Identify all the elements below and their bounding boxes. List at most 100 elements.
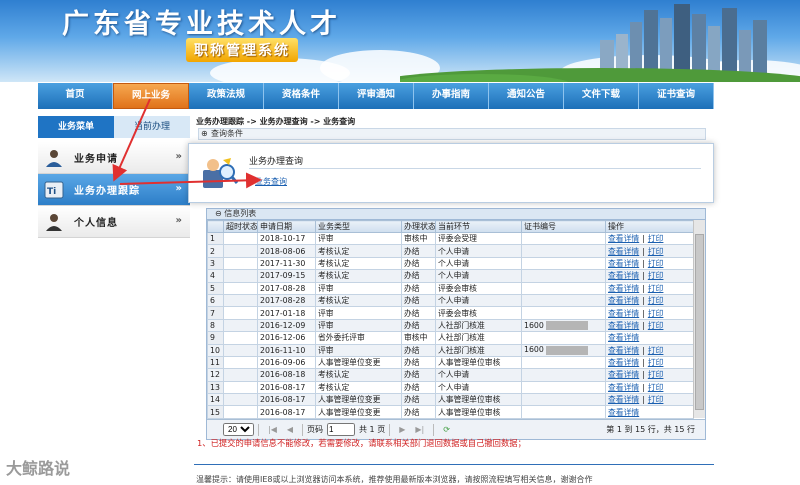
col-header-step[interactable]: 当前环节	[435, 220, 522, 233]
refresh-icon[interactable]: ⟳	[443, 425, 450, 434]
view-details-link[interactable]: 查看详情	[608, 383, 639, 392]
view-details-link[interactable]: 查看详情	[608, 358, 639, 367]
scrollbar-thumb[interactable]	[695, 234, 704, 410]
row-index: 4	[207, 269, 224, 283]
view-details-link[interactable]: 查看详情	[608, 259, 639, 268]
nav-item-policies[interactable]: 政策法规	[189, 83, 264, 109]
nav-item-online-business[interactable]: 网上业务	[113, 83, 189, 109]
table-row[interactable]: 2 2018-08-06 考核认定 办结 个人申请 查看详情 | 打印	[207, 244, 694, 258]
divider	[194, 464, 714, 465]
nav-item-qualifications[interactable]: 资格条件	[264, 83, 339, 109]
table-row[interactable]: 4 2017-09-15 考核认定 办结 个人申请 查看详情 | 打印	[207, 269, 694, 283]
nav-item-review-notices[interactable]: 评审通知	[339, 83, 414, 109]
view-details-link[interactable]: 查看详情	[608, 309, 639, 318]
last-page-icon[interactable]: ▶|	[415, 425, 424, 434]
view-details-link[interactable]: 查看详情	[608, 271, 639, 280]
divider	[433, 423, 435, 436]
cert-cell	[521, 244, 606, 258]
footer-tip: 温馨提示：请使用IE8或以上浏览器访问本系统，推荐使用最新版本浏览器，请按照流程…	[196, 475, 593, 484]
print-link[interactable]: 打印	[648, 321, 664, 330]
tab-current-handling[interactable]: 当前办理	[114, 116, 190, 138]
business-query-link[interactable]: 业务查询	[255, 176, 287, 187]
view-details-link[interactable]: 查看详情	[608, 408, 639, 417]
table-row[interactable]: 14 2016-08-17 人事管理单位变更 办结 人事管理单位审核 查看详情 | 打印	[207, 393, 694, 407]
type-cell: 考核认定	[315, 380, 402, 395]
table-row[interactable]: 13 2016-08-17 考核认定 办结 个人申请 查看详情 | 打印	[207, 380, 694, 395]
pagination-bar: 20 |◀ ◀ 页码 共 1 页 ▶ ▶| ⟳ 第 1 到 15 行，共 15 …	[207, 419, 705, 439]
divider	[249, 168, 701, 169]
print-link[interactable]: 打印	[648, 247, 664, 256]
step-cell: 个人申请	[435, 256, 522, 271]
print-link[interactable]: 打印	[648, 395, 664, 404]
actions-cell: 查看详情 | 打印	[605, 256, 694, 271]
print-link[interactable]: 打印	[648, 234, 664, 243]
print-link[interactable]: 打印	[648, 370, 664, 379]
prev-page-icon[interactable]: ◀	[287, 425, 293, 434]
table-row[interactable]: 11 2016-09-06 人事管理单位变更 办结 人事管理单位审核 查看详情 | 打印	[207, 355, 694, 370]
view-details-link[interactable]: 查看详情	[608, 333, 639, 342]
col-header-cert[interactable]: 证书编号	[521, 220, 606, 233]
row-index: 11	[207, 355, 224, 370]
actions-cell: 查看详情 | 打印	[605, 355, 694, 370]
next-page-icon[interactable]: ▶	[399, 425, 405, 434]
total-pages-label: 共 1 页	[359, 425, 386, 434]
vertical-scrollbar[interactable]	[693, 220, 705, 418]
type-cell: 人事管理单位变更	[315, 393, 402, 407]
table-row[interactable]: 6 2017-08-28 考核认定 办结 个人申请 查看详情 | 打印	[207, 293, 694, 308]
nav-item-announcements[interactable]: 通知公告	[489, 83, 564, 109]
col-header-overtime[interactable]: 超时状态	[223, 220, 258, 233]
table-row[interactable]: 10 2016-11-10 评审 办结 人社部门核准 1600 查看详情 | 打印	[207, 343, 694, 357]
print-link[interactable]: 打印	[648, 271, 664, 280]
chevron-right-icon: »	[175, 215, 182, 226]
col-header-date[interactable]: 申请日期	[257, 220, 316, 233]
print-link[interactable]: 打印	[648, 346, 664, 355]
type-cell: 考核认定	[315, 293, 402, 308]
table-row[interactable]: 9 2016-12-06 省外委托评审 审核中 人社部门核准 查看详情	[207, 331, 694, 345]
view-details-link[interactable]: 查看详情	[608, 370, 639, 379]
print-link[interactable]: 打印	[648, 259, 664, 268]
step-cell: 个人申请	[435, 380, 522, 395]
type-cell: 考核认定	[315, 256, 402, 271]
table-row[interactable]: 8 2016-12-09 评审 办结 人社部门核准 1600 查看详情 | 打印	[207, 318, 694, 333]
tab-business-menu[interactable]: 业务菜单	[38, 116, 114, 138]
print-link[interactable]: 打印	[648, 296, 664, 305]
print-link[interactable]: 打印	[648, 358, 664, 367]
cert-number: 1600	[524, 345, 544, 355]
table-row[interactable]: 5 2017-08-28 评审 办结 评委会审核 查看详情 | 打印	[207, 281, 694, 295]
table-row[interactable]: 15 2016-08-17 人事管理单位变更 办结 人事管理单位审核 查看详情	[207, 405, 694, 419]
table-row[interactable]: 12 2016-08-18 考核认定 办结 个人申请 查看详情 | 打印	[207, 368, 694, 382]
city-skyline-image	[400, 4, 800, 82]
print-link[interactable]: 打印	[648, 284, 664, 293]
nav-item-guide[interactable]: 办事指南	[414, 83, 489, 109]
view-details-link[interactable]: 查看详情	[608, 284, 639, 293]
table-row[interactable]: 1 2018-10-17 评审 审核中 评委会受理 查看详情 | 打印	[207, 231, 694, 246]
row-index: 1	[207, 231, 224, 246]
print-link[interactable]: 打印	[648, 383, 664, 392]
sidebar-item-personal-info[interactable]: 个人信息 »	[38, 206, 190, 238]
sidebar-item-business-tracking[interactable]: Ti 业务办理跟踪 »	[38, 174, 190, 206]
overtime-cell	[223, 293, 258, 308]
view-details-link[interactable]: 查看详情	[608, 296, 639, 305]
nav-item-downloads[interactable]: 文件下载	[564, 83, 639, 109]
view-details-link[interactable]: 查看详情	[608, 321, 639, 330]
results-grid: ⊖ 信息列表 超时状态 申请日期 业务类型 办理状态 当前环节 证书编号 操作 …	[206, 208, 706, 440]
first-page-icon[interactable]: |◀	[268, 425, 277, 434]
nav-item-certificate-query[interactable]: 证书查询	[639, 83, 714, 109]
print-link[interactable]: 打印	[648, 309, 664, 318]
page-number-input[interactable]	[327, 423, 356, 436]
col-header-status[interactable]: 办理状态	[401, 220, 436, 233]
col-header-type[interactable]: 业务类型	[315, 220, 402, 233]
view-details-link[interactable]: 查看详情	[608, 346, 639, 355]
view-details-link[interactable]: 查看详情	[608, 247, 639, 256]
step-cell: 人社部门核准	[435, 331, 522, 345]
table-row[interactable]: 7 2017-01-18 评审 办结 评委会审核 查看详情 | 打印	[207, 306, 694, 320]
page-size-select[interactable]: 20	[223, 423, 254, 436]
cert-cell: 1600	[521, 318, 606, 333]
query-conditions-bar[interactable]: ⊕ 查询条件	[198, 128, 706, 140]
col-header-index	[207, 220, 224, 233]
view-details-link[interactable]: 查看详情	[608, 234, 639, 243]
nav-item-home[interactable]: 首页	[38, 83, 113, 109]
table-row[interactable]: 3 2017-11-30 考核认定 办结 个人申请 查看详情 | 打印	[207, 256, 694, 271]
sidebar-item-business-apply[interactable]: 业务申请 »	[38, 142, 190, 174]
view-details-link[interactable]: 查看详情	[608, 395, 639, 404]
